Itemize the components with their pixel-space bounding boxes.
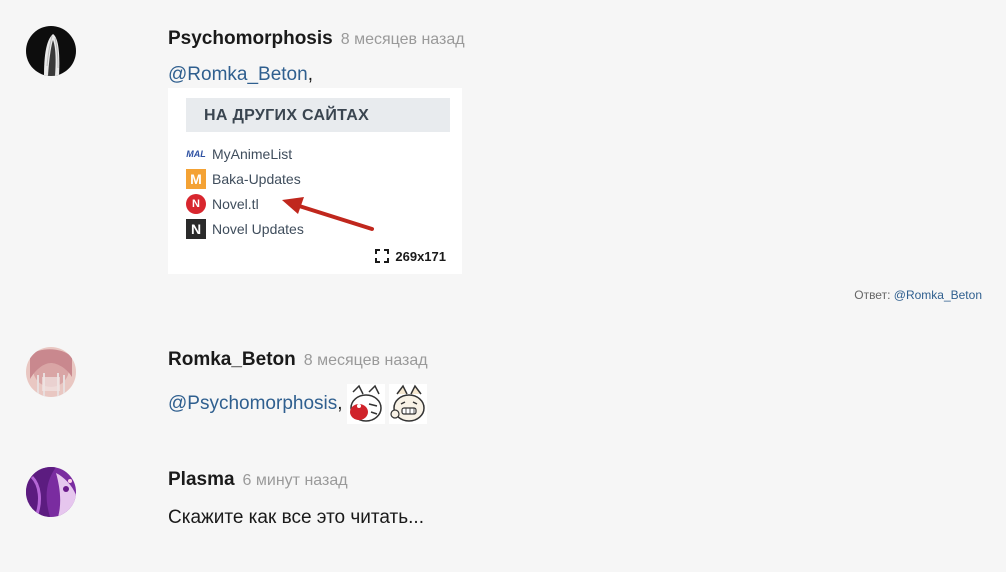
comment-suffix: ,	[337, 393, 343, 415]
timestamp: 6 минут назад	[242, 472, 348, 489]
avatar-image	[26, 467, 76, 517]
timestamp: 8 месяцев назад	[303, 352, 428, 369]
avatar[interactable]	[26, 467, 76, 517]
avatar[interactable]	[26, 347, 76, 397]
comment-body: Скажите как все это читать...	[168, 507, 424, 528]
author-name[interactable]: Psychomorphosis	[168, 28, 333, 49]
comment-text: @Psychomorphosis,	[168, 384, 427, 424]
comment-meta: Romka_Beton 8 месяцев назад	[168, 349, 428, 371]
comment-text: @Romka_Beton,	[168, 64, 313, 86]
sticker-blush-icon	[346, 384, 385, 424]
timestamp: 8 месяцев назад	[340, 31, 465, 48]
image-header: НА ДРУГИХ САЙТАХ	[186, 98, 450, 132]
sticker-grin-icon	[388, 384, 427, 424]
image-link-row: M Baka-Updates	[186, 169, 301, 189]
comment-meta: Plasma 6 минут назад	[168, 469, 348, 491]
baka-updates-icon: M	[186, 169, 206, 189]
avatar-image	[26, 347, 76, 397]
novel-tl-icon: N	[186, 194, 206, 214]
reply-to-link[interactable]: @Romka_Beton	[894, 288, 982, 302]
comment-suffix: ,	[307, 64, 313, 85]
expand-icon	[375, 249, 390, 263]
reply-label: Ответ:	[854, 288, 891, 302]
image-link-label: Baka-Updates	[212, 171, 301, 187]
mention-link[interactable]: @Psychomorphosis	[168, 393, 337, 414]
image-link-label: Novel.tl	[212, 196, 259, 212]
image-link-row: MAL MyAnimeList	[186, 144, 292, 164]
image-header-text: НА ДРУГИХ САЙТАХ	[204, 107, 370, 124]
avatar-image	[26, 26, 76, 76]
attached-image[interactable]: НА ДРУГИХ САЙТАХ MAL MyAnimeList M Baka-Up…	[168, 88, 462, 274]
image-link-row: N Novel.tl	[186, 194, 259, 214]
author-name[interactable]: Plasma	[168, 469, 235, 490]
image-size-label: 269x171	[375, 249, 446, 264]
comment-meta: Psychomorphosis 8 месяцев назад	[168, 28, 465, 50]
avatar[interactable]	[26, 26, 76, 76]
reply-to: Ответ: @Romka_Beton	[854, 288, 982, 302]
comment-text: Скажите как все это читать...	[168, 507, 424, 529]
mal-icon: MAL	[186, 149, 206, 159]
red-arrow-icon	[282, 197, 374, 231]
image-size-text: 269x171	[395, 249, 446, 264]
mention-link[interactable]: @Romka_Beton	[168, 64, 308, 85]
novel-updates-icon: N	[186, 219, 206, 239]
author-name[interactable]: Romka_Beton	[168, 349, 296, 370]
image-link-label: MyAnimeList	[212, 146, 293, 162]
